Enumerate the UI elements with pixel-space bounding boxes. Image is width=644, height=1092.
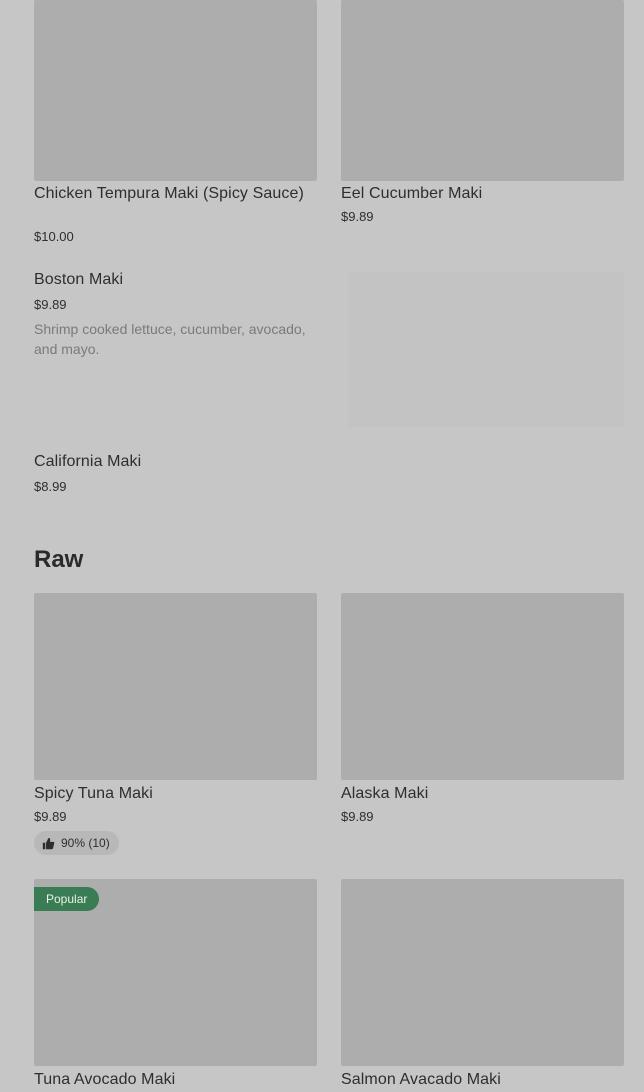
menu-item-salmon-avocado[interactable]: Salmon Avacado Maki bbox=[341, 879, 624, 1092]
item-name: Boston Maki bbox=[34, 271, 124, 288]
menu-item-chicken-tempura[interactable]: Chicken Tempura Maki (Spicy Sauce) $10.0… bbox=[34, 0, 317, 250]
item-image bbox=[341, 0, 624, 181]
item-name: Eel Cucumber Maki bbox=[341, 185, 483, 202]
section-title-raw: Raw bbox=[34, 546, 84, 573]
item-name: Chicken Tempura Maki (Spicy Sauce) bbox=[34, 185, 304, 202]
item-name: Alaska Maki bbox=[341, 785, 429, 802]
item-image bbox=[34, 593, 317, 780]
menu-item-california[interactable]: California Maki $8.99 bbox=[34, 452, 334, 502]
popular-badge: Popular bbox=[34, 887, 100, 911]
item-description: Shrimp cooked lettuce, cucumber, avocado… bbox=[34, 321, 306, 357]
item-price: $9.89 bbox=[341, 809, 374, 824]
menu-item-eel-cucumber[interactable]: Eel Cucumber Maki $9.89 bbox=[341, 0, 624, 230]
rating-pill: 90% (10) bbox=[34, 831, 119, 855]
item-name: Tuna Avocado Maki bbox=[34, 1071, 176, 1088]
item-price: $10.00 bbox=[34, 229, 74, 244]
item-image bbox=[341, 593, 624, 780]
item-name: California Maki bbox=[34, 453, 142, 470]
item-price: $9.89 bbox=[34, 297, 67, 312]
menu-item-tuna-avocado[interactable]: Popular Tuna Avocado Maki bbox=[34, 879, 317, 1092]
item-name: Spicy Tuna Maki bbox=[34, 785, 153, 802]
item-price: $8.99 bbox=[34, 479, 67, 494]
item-name: Salmon Avacado Maki bbox=[341, 1071, 501, 1088]
item-price: $9.89 bbox=[341, 209, 374, 224]
menu-item-boston[interactable]: Boston Maki $9.89 Shrimp cooked lettuce,… bbox=[34, 270, 624, 430]
item-image bbox=[34, 0, 317, 181]
item-image bbox=[348, 272, 624, 427]
menu-item-spicy-tuna[interactable]: Spicy Tuna Maki $9.89 90% (10) bbox=[34, 593, 317, 858]
item-price: $9.89 bbox=[34, 809, 67, 824]
rating-text: 90% (10) bbox=[61, 836, 110, 850]
menu-page: Chicken Tempura Maki (Spicy Sauce) $10.0… bbox=[0, 0, 644, 1092]
menu-item-alaska[interactable]: Alaska Maki $9.89 bbox=[341, 593, 624, 833]
item-image bbox=[341, 879, 624, 1066]
thumbs-up-icon bbox=[42, 837, 55, 849]
